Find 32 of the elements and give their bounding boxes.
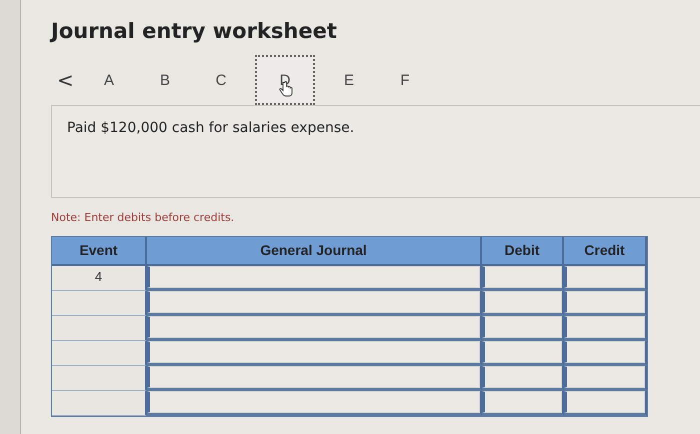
description-text: Paid $120,000 cash for salaries expense. — [67, 120, 356, 136]
debit-field[interactable] — [482, 341, 562, 363]
note-text: Note: Enter debits before credits. — [51, 211, 236, 224]
account-field[interactable] — [147, 316, 480, 338]
credit-field[interactable] — [564, 391, 645, 413]
column-header: Event — [52, 237, 147, 266]
event-cell: 4 — [52, 266, 147, 291]
account-field[interactable] — [147, 291, 480, 313]
step-tab[interactable]: B — [137, 55, 193, 105]
account-field[interactable] — [147, 391, 480, 413]
debit-field[interactable] — [482, 266, 562, 288]
debit-field[interactable] — [482, 391, 562, 413]
debit-field[interactable] — [482, 366, 562, 388]
step-tab[interactable]: E — [321, 55, 377, 105]
column-header: General Journal — [147, 237, 482, 266]
step-tab[interactable]: C — [193, 55, 249, 105]
column-header: Debit — [482, 237, 564, 266]
worksheet-title: Journal entry worksheet — [51, 18, 338, 45]
debit-field[interactable] — [482, 316, 562, 338]
step-tab[interactable]: F — [377, 55, 433, 105]
debit-field[interactable] — [482, 291, 562, 313]
credit-field[interactable] — [564, 266, 645, 288]
previous-button[interactable]: < — [51, 68, 81, 92]
credit-field[interactable] — [564, 366, 645, 388]
credit-field[interactable] — [564, 341, 645, 363]
account-field[interactable] — [147, 266, 480, 288]
account-field[interactable] — [147, 341, 480, 363]
account-field[interactable] — [147, 366, 480, 388]
step-tab[interactable]: A — [81, 55, 137, 105]
credit-field[interactable] — [564, 291, 645, 313]
column-header: Credit — [564, 237, 647, 266]
credit-field[interactable] — [564, 316, 645, 338]
